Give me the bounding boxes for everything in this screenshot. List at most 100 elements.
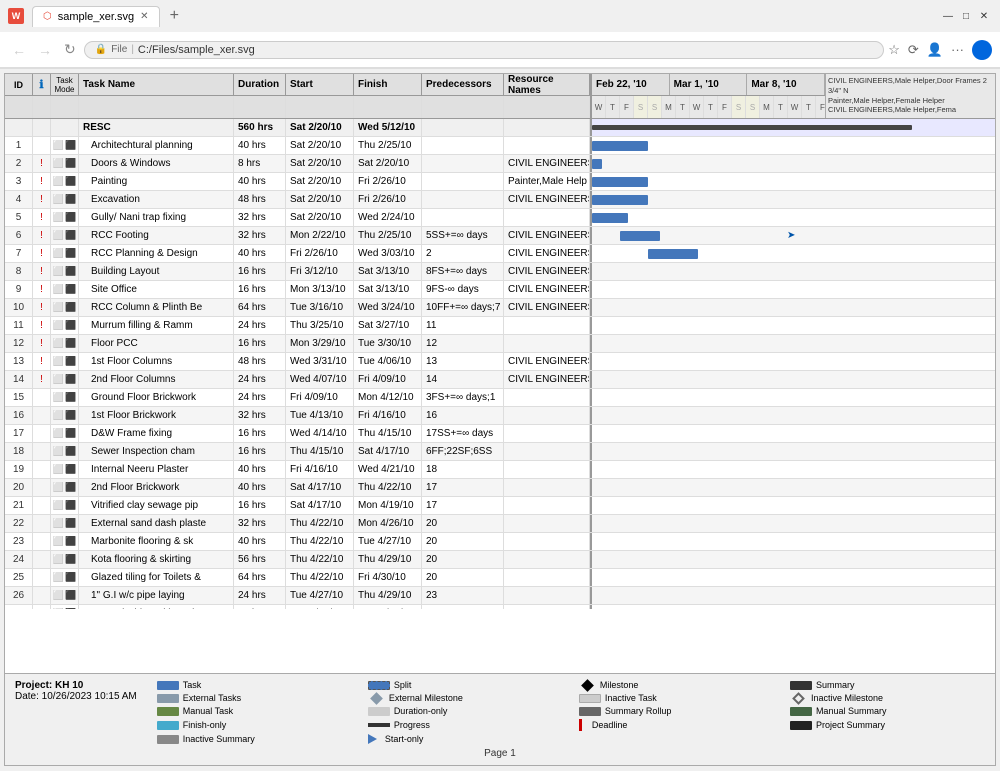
forward-button[interactable]: → xyxy=(34,40,56,60)
chart-cell xyxy=(592,533,995,550)
legend-inactive-milestone: Inactive Milestone xyxy=(790,693,985,703)
chart-cell xyxy=(592,335,995,352)
nav-bar: ← → ↻ 🔒 File | C:/Files/sample_xer.svg ☆… xyxy=(0,32,1000,68)
profile-icon[interactable]: 👤 xyxy=(927,42,943,58)
chart-arrow: ➤ xyxy=(787,230,795,241)
table-row: 11 ! ⬜⬛ Murrum filling & Ramm 24 hrs Thu… xyxy=(5,317,995,335)
col-pred-header: Predecessors xyxy=(422,74,504,95)
table-row: RESC 560 hrs Sat 2/20/10 Wed 5/12/10 xyxy=(5,119,995,137)
legend-split: Split xyxy=(368,680,563,690)
nav-icons: ☆ ⟳ 👤 ··· xyxy=(888,40,992,60)
table-header: ID ℹ TaskMode Task Name Duration Start F… xyxy=(5,74,995,119)
close-button[interactable]: ✕ xyxy=(976,8,992,24)
tab-title: sample_xer.svg xyxy=(58,11,134,23)
main-content: ID ℹ TaskMode Task Name Duration Start F… xyxy=(4,73,996,766)
chart-cell xyxy=(592,137,995,154)
table-body: RESC 560 hrs Sat 2/20/10 Wed 5/12/10 1 ⬜… xyxy=(5,119,995,609)
chart-cell xyxy=(592,587,995,604)
col-start-header: Start xyxy=(286,74,354,95)
legend-duration-only: Duration-only xyxy=(368,706,563,716)
address-bar[interactable]: 🔒 File | C:/Files/sample_xer.svg xyxy=(84,41,885,59)
table-row: 5 ! ⬜⬛ Gully/ Nani trap fixing 32 hrs Sa… xyxy=(5,209,995,227)
address-text: C:/Files/sample_xer.svg xyxy=(138,44,873,56)
col-info-header: ℹ xyxy=(33,74,51,95)
table-row: 24 ⬜⬛ Kota flooring & skirting 56 hrs Th… xyxy=(5,551,995,569)
browser-chrome: W ⬡ sample_xer.svg ✕ + — □ ✕ ← → ↻ 🔒 Fil… xyxy=(0,0,1000,69)
table-row: 14 ! ⬜⬛ 2nd Floor Columns 24 hrs Wed 4/0… xyxy=(5,371,995,389)
legend-manual-summary: Manual Summary xyxy=(790,706,985,716)
chart-cell xyxy=(592,353,995,370)
table-row: 10 ! ⬜⬛ RCC Column & Plinth Be 64 hrs Tu… xyxy=(5,299,995,317)
maximize-button[interactable]: □ xyxy=(958,8,974,24)
refresh-button[interactable]: ↻ xyxy=(60,39,80,60)
browser-tab[interactable]: ⬡ sample_xer.svg ✕ xyxy=(32,6,160,27)
title-bar: W ⬡ sample_xer.svg ✕ + — □ ✕ xyxy=(0,0,1000,32)
chart-cell xyxy=(592,263,995,280)
menu-icon[interactable]: ··· xyxy=(951,42,964,57)
chart-cell xyxy=(592,569,995,586)
table-row: 2 ! ⬜⬛ Doors & Windows 8 hrs Sat 2/20/10… xyxy=(5,155,995,173)
gantt-bar xyxy=(592,213,628,223)
table-row: 19 ⬜⬛ Internal Neeru Plaster 40 hrs Fri … xyxy=(5,461,995,479)
minimize-button[interactable]: — xyxy=(940,8,956,24)
bookmark-icon[interactable]: ☆ xyxy=(888,42,900,58)
table-row: 20 ⬜⬛ 2nd Floor Brickwork 40 hrs Sat 4/1… xyxy=(5,479,995,497)
legend-external-tasks: External Tasks xyxy=(157,693,352,703)
table-row: 16 ⬜⬛ 1st Floor Brickwork 32 hrs Tue 4/1… xyxy=(5,407,995,425)
resource-header: CIVIL ENGINEERS,Male Helper,Door Frames … xyxy=(825,74,995,118)
project-date: Date: 10/26/2023 10:15 AM xyxy=(15,691,137,702)
tab-close-button[interactable]: ✕ xyxy=(140,11,148,22)
week-label-1: Feb 22, '10 xyxy=(592,74,670,95)
table-row: 1 ⬜⬛ Architechtural planning 40 hrs Sat … xyxy=(5,137,995,155)
table-row: 4 ! ⬜⬛ Excavation 48 hrs Sat 2/20/10 Fri… xyxy=(5,191,995,209)
chart-cell xyxy=(592,281,995,298)
legend-grid: Task Split Milestone Summary External Ta… xyxy=(157,680,985,744)
gantt-bar xyxy=(620,231,660,241)
gantt-bar xyxy=(592,141,648,151)
legend-milestone: Milestone xyxy=(579,680,774,690)
col-mode-header: TaskMode xyxy=(51,74,79,95)
chart-cell xyxy=(592,515,995,532)
week-label-3: Mar 8, '10 xyxy=(747,74,825,95)
col-resource-header: Resource Names xyxy=(504,74,590,95)
chart-cell xyxy=(592,389,995,406)
table-row: 3 ! ⬜⬛ Painting 40 hrs Sat 2/20/10 Fri 2… xyxy=(5,173,995,191)
chart-cell xyxy=(592,551,995,568)
week-label-2: Mar 1, '10 xyxy=(670,74,748,95)
gantt-bar xyxy=(592,177,648,187)
table-row: 7 ! ⬜⬛ RCC Planning & Design 40 hrs Fri … xyxy=(5,245,995,263)
legend-project-summary: Project Summary xyxy=(790,719,985,731)
table-row: 21 ⬜⬛ Vitrified clay sewage pip 16 hrs S… xyxy=(5,497,995,515)
gantt-table-container: ID ℹ TaskMode Task Name Duration Start F… xyxy=(5,74,995,673)
fixed-header: ID ℹ TaskMode Task Name Duration Start F… xyxy=(5,74,592,118)
chart-cell xyxy=(592,425,995,442)
legend-manual-task: Manual Task xyxy=(157,706,352,716)
table-row: 26 ⬜⬛ 1" G.I w/c pipe laying 24 hrs Tue … xyxy=(5,587,995,605)
table-row: 12 ! ⬜⬛ Floor PCC 16 hrs Mon 3/29/10 Tue… xyxy=(5,335,995,353)
table-row: 9 ! ⬜⬛ Site Office 16 hrs Mon 3/13/10 Sa… xyxy=(5,281,995,299)
legend-deadline: Deadline xyxy=(579,719,774,731)
footer: Project: KH 10 Date: 10/26/2023 10:15 AM… xyxy=(5,673,995,765)
page-number: Page 1 xyxy=(15,748,985,759)
legend-inactive-summary: Inactive Summary xyxy=(157,734,352,744)
chart-cell xyxy=(592,209,995,226)
chart-cell xyxy=(592,605,995,609)
legend-inactive-task: Inactive Task xyxy=(579,693,774,703)
chart-cell xyxy=(592,407,995,424)
chart-cell xyxy=(592,479,995,496)
table-row: 25 ⬜⬛ Glazed tiling for Toilets & 64 hrs… xyxy=(5,569,995,587)
table-row: 8 ! ⬜⬛ Building Layout 16 hrs Fri 3/12/1… xyxy=(5,263,995,281)
project-name: Project: KH 10 xyxy=(15,680,137,691)
chart-cell xyxy=(592,371,995,388)
col-id-header: ID xyxy=(5,74,33,95)
back-button[interactable]: ← xyxy=(8,40,30,60)
table-row: 23 ⬜⬛ Marbonite flooring & sk 40 hrs Thu… xyxy=(5,533,995,551)
gantt-bar xyxy=(648,249,698,259)
refresh-icon[interactable]: ⟳ xyxy=(908,42,919,58)
chart-cell xyxy=(592,155,995,172)
chart-cell xyxy=(592,443,995,460)
table-row: 13 ! ⬜⬛ 1st Floor Columns 48 hrs Wed 3/3… xyxy=(5,353,995,371)
table-row: 22 ⬜⬛ External sand dash plaste 32 hrs T… xyxy=(5,515,995,533)
legend-start-only: Start-only xyxy=(368,734,563,744)
new-tab-button[interactable]: + xyxy=(164,7,185,25)
